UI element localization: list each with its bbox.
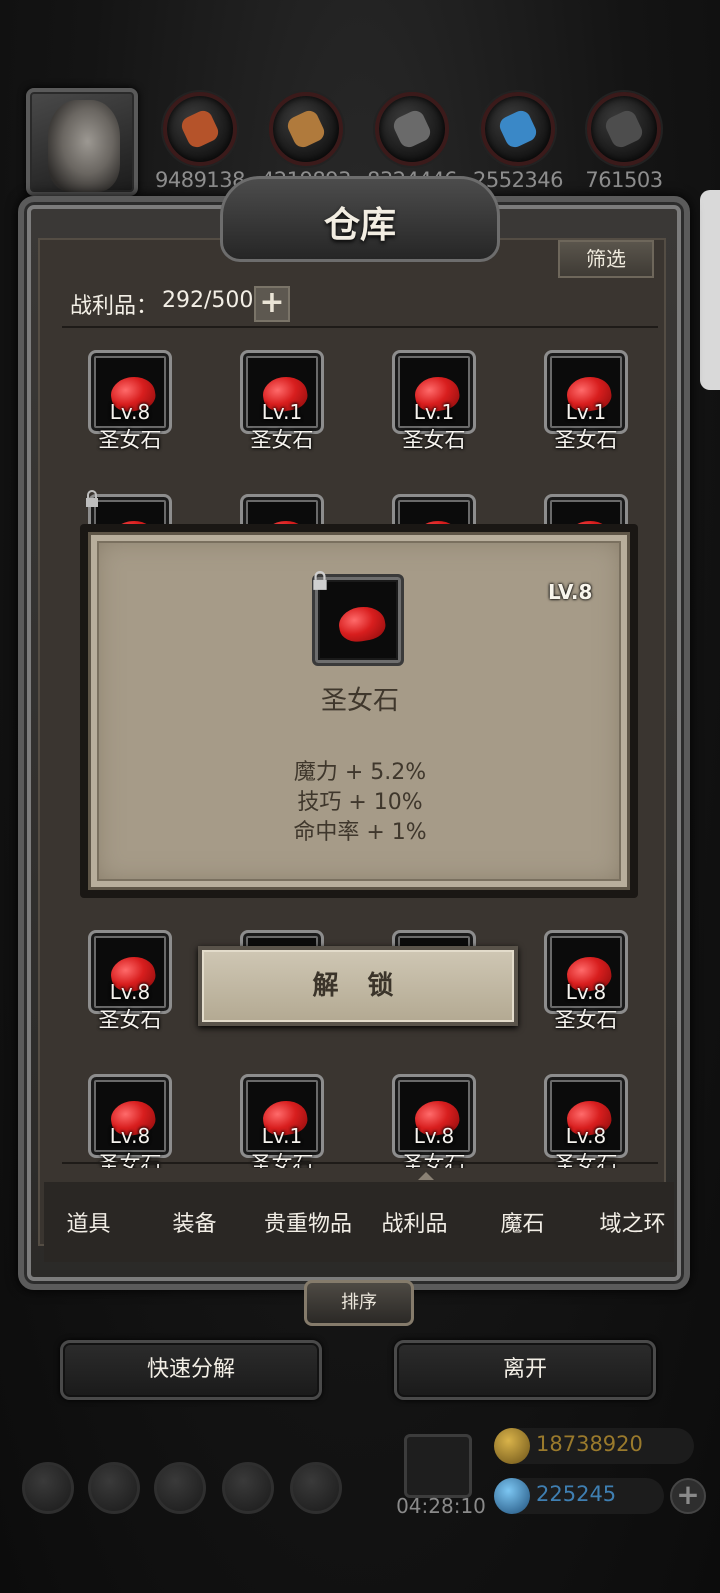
resource-ore[interactable]: 9489138 xyxy=(155,92,246,192)
lock-icon xyxy=(86,490,98,507)
iron-icon xyxy=(375,92,449,166)
item-level: Lv.1 xyxy=(413,400,455,424)
item-name: 圣女石 xyxy=(250,428,314,452)
side-scroll-handle[interactable] xyxy=(700,190,720,390)
stone-icon xyxy=(587,92,661,166)
item-level: Lv.8 xyxy=(413,1124,455,1148)
tab-magic-stones[interactable]: 魔石 xyxy=(470,1206,575,1238)
avatar-portrait xyxy=(48,100,120,192)
popup-stat-hit-rate: 命中率 + 1% xyxy=(293,820,427,845)
popup-stat-magic: 魔力 + 5.2% xyxy=(293,760,427,785)
quick-decompose-button[interactable]: 快速分解 xyxy=(60,1340,322,1400)
item-level: Lv.1 xyxy=(565,400,607,424)
item-slot[interactable]: Lv.1 圣女石 xyxy=(392,350,476,452)
ore-icon xyxy=(163,92,237,166)
item-name: 圣女石 xyxy=(402,428,466,452)
item-name: 圣女石 xyxy=(554,1152,618,1168)
item-slot[interactable]: Lv.8 圣女石 xyxy=(88,1074,172,1168)
wood-icon xyxy=(269,92,343,166)
gold-display: 18738920 xyxy=(494,1428,694,1464)
mail-icon[interactable] xyxy=(222,1462,274,1514)
player-avatar[interactable] xyxy=(26,88,138,196)
resource-wood[interactable]: 4219893 xyxy=(261,92,352,192)
gem-display: 225245 xyxy=(494,1478,664,1514)
tab-domain-rings[interactable]: 域之环 xyxy=(580,1206,685,1238)
item-level: Lv.8 xyxy=(109,980,151,1004)
book-icon[interactable] xyxy=(154,1462,206,1514)
item-level: Lv.8 xyxy=(109,400,151,424)
expand-capacity-button[interactable]: + xyxy=(254,286,290,322)
tab-items[interactable]: 道具 xyxy=(36,1206,141,1238)
gift-icon[interactable] xyxy=(404,1434,472,1498)
capacity-value: 292/500 xyxy=(162,288,254,313)
resource-iron[interactable]: 8324446 xyxy=(367,92,458,192)
popup-stat-skill: 技巧 + 10% xyxy=(297,790,423,815)
gem-value: 225245 xyxy=(536,1482,617,1506)
gold-value: 18738920 xyxy=(536,1432,643,1456)
resource-stone-value: 761503 xyxy=(585,168,663,192)
item-name: 圣女石 xyxy=(98,1152,162,1168)
settings-icon[interactable] xyxy=(22,1462,74,1514)
item-slot[interactable]: Lv.8 圣女石 xyxy=(88,930,172,1032)
item-level: Lv.8 xyxy=(109,1124,151,1148)
filter-button[interactable]: 筛选 xyxy=(558,240,654,278)
crystal-icon xyxy=(481,92,555,166)
item-name: 圣女石 xyxy=(98,1008,162,1032)
item-name: 圣女石 xyxy=(250,1152,314,1168)
item-slot[interactable]: Lv.8 圣女石 xyxy=(544,1074,628,1168)
resource-stone[interactable]: 761503 xyxy=(584,92,664,192)
item-level: Lv.1 xyxy=(261,400,303,424)
gold-coin-icon xyxy=(494,1428,530,1464)
divider-bottom xyxy=(62,1162,658,1164)
item-slot[interactable]: Lv.8 圣女石 xyxy=(544,930,628,1032)
hexagon-icon[interactable] xyxy=(290,1462,342,1514)
item-slot[interactable]: Lv.1 圣女石 xyxy=(240,1074,324,1168)
tab-loot[interactable]: 战利品 xyxy=(362,1206,467,1238)
item-level: Lv.8 xyxy=(565,1124,607,1148)
item-slot[interactable]: Lv.1 圣女石 xyxy=(240,350,324,452)
unlock-button[interactable]: 解 锁 xyxy=(198,946,518,1026)
divider-top xyxy=(62,326,658,328)
item-slot[interactable]: Lv.8 圣女石 xyxy=(88,350,172,452)
resource-crystal[interactable]: 2552346 xyxy=(473,92,564,192)
sort-button[interactable]: 排序 xyxy=(304,1280,414,1326)
active-tab-indicator xyxy=(418,1172,434,1180)
capacity-label: 战利品： xyxy=(70,294,159,319)
item-level: Lv.1 xyxy=(261,1124,303,1148)
item-name: 圣女石 xyxy=(98,428,162,452)
gift-timer: 04:28:10 xyxy=(396,1494,486,1518)
item-name: 圣女石 xyxy=(554,428,618,452)
blue-gem-icon xyxy=(494,1478,530,1514)
item-level: Lv.8 xyxy=(565,980,607,1004)
item-name: 圣女石 xyxy=(554,1008,618,1032)
add-currency-button[interactable]: + xyxy=(670,1478,706,1514)
page-title: 仓库 xyxy=(323,204,396,246)
item-slot[interactable]: Lv.1 圣女石 xyxy=(544,350,628,452)
leave-button[interactable]: 离开 xyxy=(394,1340,656,1400)
tab-valuables[interactable]: 贵重物品 xyxy=(252,1206,364,1238)
tab-equipment[interactable]: 装备 xyxy=(142,1206,247,1238)
red-gem-icon xyxy=(336,603,388,645)
star-icon[interactable] xyxy=(88,1462,140,1514)
item-name: 圣女石 xyxy=(402,1152,466,1168)
item-slot[interactable]: Lv.8 圣女石 xyxy=(392,1074,476,1168)
popup-item-icon xyxy=(312,571,404,666)
lock-icon xyxy=(313,571,327,590)
popup-item-level: LV.8 xyxy=(548,580,593,604)
popup-item-name: 圣女石 xyxy=(320,686,399,716)
